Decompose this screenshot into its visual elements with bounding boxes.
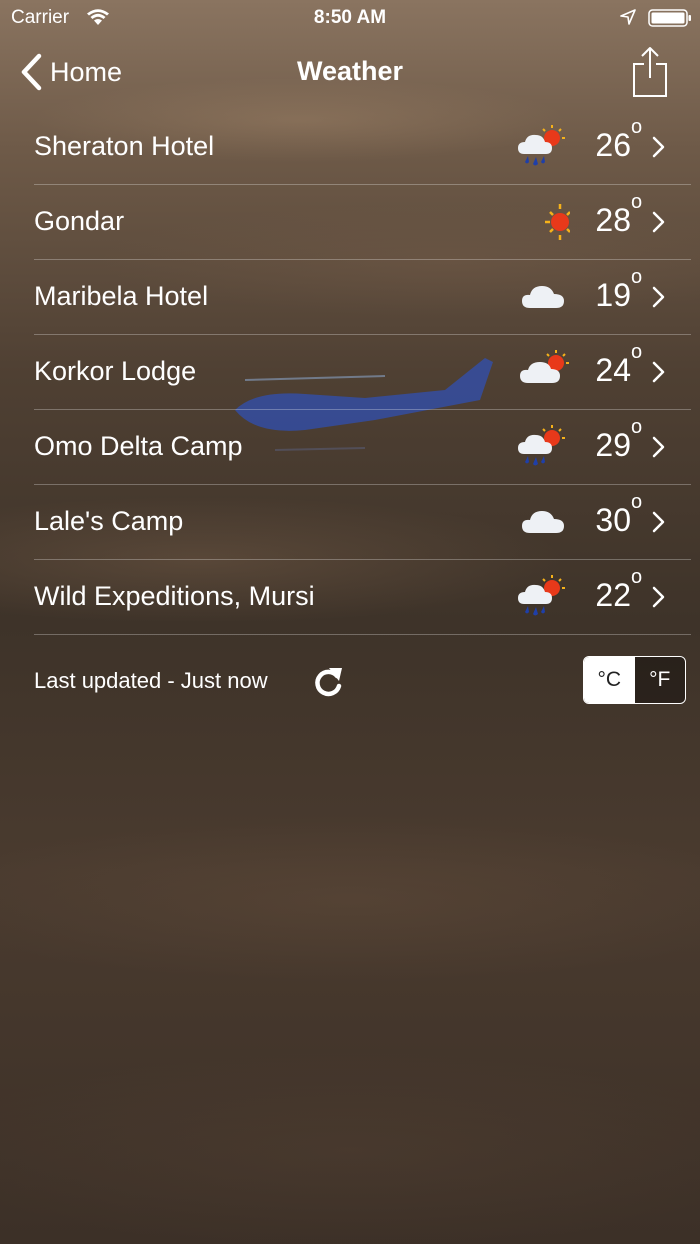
location-name: Sheraton Hotel xyxy=(34,131,215,161)
clock: 8:50 AM xyxy=(313,7,387,28)
list-item[interactable]: Wild Expeditions, Mursi 22 o xyxy=(34,560,691,635)
chevron-right-icon xyxy=(652,586,665,608)
degree-symbol: o xyxy=(631,416,643,438)
rain-sun-icon xyxy=(518,125,565,166)
temperature-value: 19 xyxy=(595,277,631,313)
chevron-right-icon xyxy=(652,361,665,383)
location-name: Korkor Lodge xyxy=(34,356,197,386)
location-name: Gondar xyxy=(34,206,125,236)
chevron-right-icon xyxy=(652,136,665,158)
degree-symbol: o xyxy=(631,266,643,288)
unit-celsius-option[interactable]: °C xyxy=(584,657,635,703)
status-bar: Carrier 8:50 AM xyxy=(0,0,700,36)
list-item[interactable]: Lale's Camp 30 o xyxy=(34,485,691,560)
chevron-right-icon xyxy=(652,286,665,308)
weather-location-list: Sheraton Hotel 26 o Gondar 28 o Maribela… xyxy=(0,110,700,635)
list-item[interactable]: Korkor Lodge 24 o xyxy=(34,335,691,410)
cloud-icon xyxy=(522,511,564,533)
list-item[interactable]: Gondar 28 o xyxy=(34,185,691,260)
rain-sun-icon xyxy=(518,425,565,466)
degree-symbol: o xyxy=(631,491,643,513)
temperature-value: 28 xyxy=(595,202,631,238)
temperature-value: 29 xyxy=(595,427,631,463)
temperature-value: 26 xyxy=(595,127,631,163)
degree-symbol: o xyxy=(631,191,643,213)
list-item[interactable]: Sheraton Hotel 26 o xyxy=(34,110,691,185)
temperature-value: 30 xyxy=(595,502,631,538)
rain-sun-icon xyxy=(518,575,565,616)
degree-symbol: o xyxy=(631,116,643,138)
refresh-icon[interactable] xyxy=(311,662,345,700)
chevron-right-icon xyxy=(652,436,665,458)
cloud-sun-icon xyxy=(520,350,569,383)
degree-symbol: o xyxy=(631,341,643,363)
battery-icon xyxy=(648,9,691,27)
navigation-bar: Home Weather xyxy=(0,36,700,110)
page-title: Weather xyxy=(296,56,404,86)
location-arrow-icon xyxy=(620,9,636,25)
sun-icon xyxy=(545,204,570,240)
cloud-icon xyxy=(522,286,564,308)
last-updated-label: Last updated - Just now xyxy=(34,668,268,693)
location-name: Wild Expeditions, Mursi xyxy=(34,581,315,611)
temperature-value: 22 xyxy=(595,577,631,613)
list-item[interactable]: Maribela Hotel 19 o xyxy=(34,260,691,335)
share-icon[interactable] xyxy=(630,46,670,98)
chevron-right-icon xyxy=(652,211,665,233)
chevron-right-icon xyxy=(652,511,665,533)
location-name: Omo Delta Camp xyxy=(34,431,243,461)
list-footer: Last updated - Just now °C °F xyxy=(0,628,700,728)
temperature-value: 24 xyxy=(595,352,631,388)
unit-fahrenheit-option[interactable]: °F xyxy=(634,657,685,703)
degree-symbol: o xyxy=(631,566,643,588)
list-item[interactable]: Omo Delta Camp 29 o xyxy=(34,410,691,485)
temperature-unit-toggle: °C °F xyxy=(583,656,686,704)
location-name: Maribela Hotel xyxy=(34,281,209,311)
location-name: Lale's Camp xyxy=(34,506,184,536)
